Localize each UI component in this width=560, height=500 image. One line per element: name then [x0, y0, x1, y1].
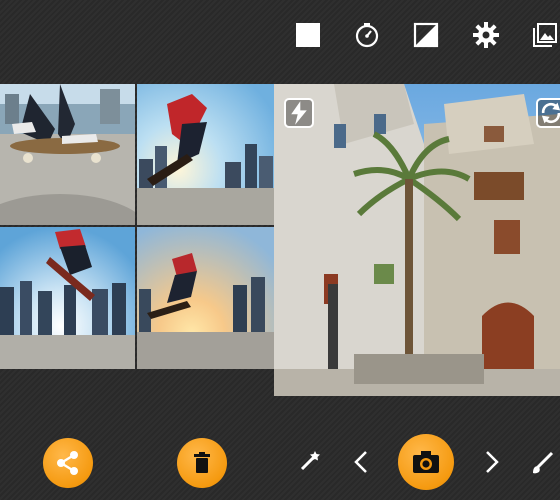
gallery-icon[interactable]: [530, 20, 560, 50]
collage-tile-skater-jump-city[interactable]: [137, 84, 274, 225]
brush-icon[interactable]: [526, 445, 560, 479]
trash-icon: [194, 452, 210, 473]
magic-wand-icon[interactable]: [292, 445, 326, 479]
stop-square-icon[interactable]: [293, 20, 323, 50]
camera-preview[interactable]: [274, 84, 560, 396]
flash-auto-icon[interactable]: [284, 98, 314, 128]
collage-tile-skater-sunset-jump[interactable]: [137, 227, 274, 369]
share-button[interactable]: [43, 438, 93, 488]
collage-tile-skateboard-feet[interactable]: [0, 84, 135, 225]
switch-camera-icon[interactable]: [536, 98, 560, 128]
collage-tile-skater-flip-city[interactable]: [0, 227, 135, 369]
chevron-right-icon[interactable]: [474, 445, 508, 479]
share-icon: [57, 451, 78, 475]
camera-icon: [413, 451, 439, 473]
chevron-left-icon[interactable]: [345, 445, 379, 479]
delete-button[interactable]: [177, 438, 227, 488]
capture-button[interactable]: [398, 434, 454, 490]
contrast-icon[interactable]: [411, 20, 441, 50]
settings-gear-icon[interactable]: [471, 20, 501, 50]
timer-icon[interactable]: [352, 20, 382, 50]
